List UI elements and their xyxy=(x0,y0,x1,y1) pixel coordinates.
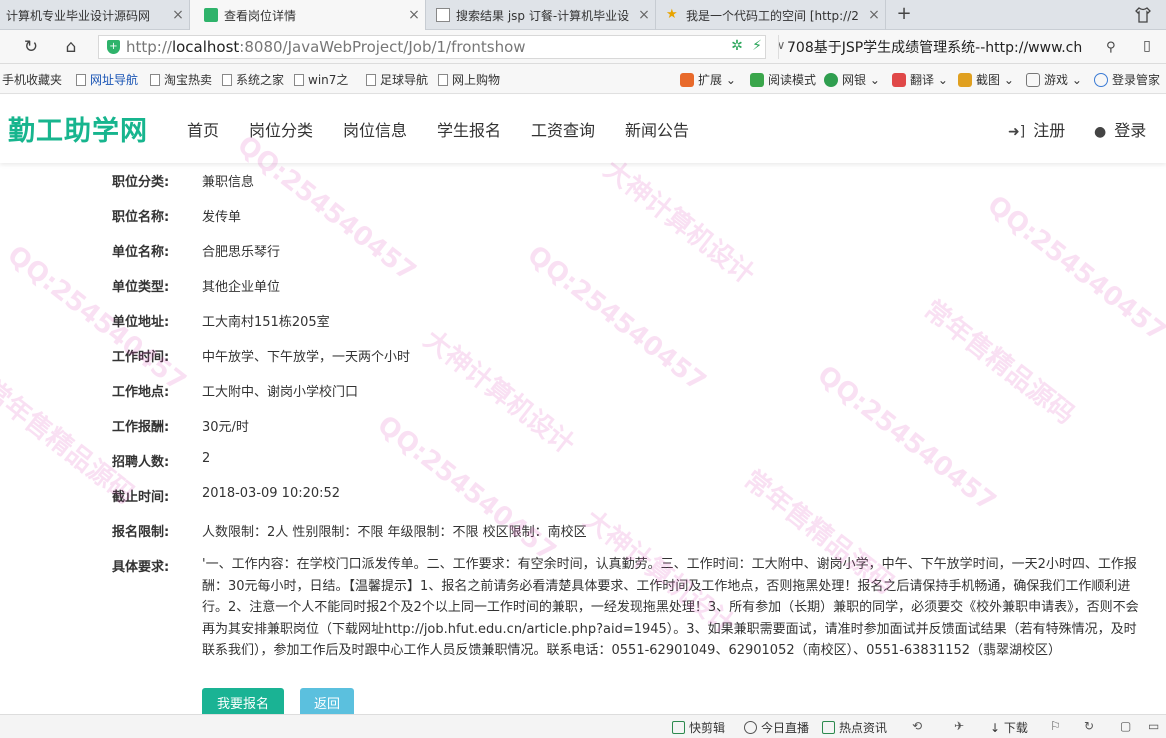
rotate-icon[interactable]: ⟲ xyxy=(912,719,922,733)
news-icon xyxy=(822,721,835,734)
reading-mode-button[interactable]: 阅读模式 xyxy=(750,71,816,88)
nav-salary-query[interactable]: 工资查询 xyxy=(531,117,595,141)
nav-student-apply[interactable]: 学生报名 xyxy=(437,117,501,141)
sign-in-icon: ➜] xyxy=(1008,124,1026,140)
register-link[interactable]: ➜] 注册 xyxy=(1008,117,1065,141)
bookmark-nav[interactable]: 网址导航 xyxy=(76,71,138,88)
tab-title: 查看岗位详情 xyxy=(224,8,297,23)
book-icon xyxy=(750,73,764,87)
user-icon: ● xyxy=(1094,124,1107,140)
login-manager-button[interactable]: 登录管家 xyxy=(1094,71,1160,88)
site-header: 勤工助学网 首页 岗位分类 岗位信息 学生报名 工资查询 新闻公告 ➜] 注册 ●… xyxy=(0,95,1166,163)
tab-title: 我是一个代码工的空间 [http://2 xyxy=(686,8,859,23)
bank-button[interactable]: 网银 ⌄ xyxy=(824,71,880,88)
site-logo[interactable]: 勤工助学网 xyxy=(8,109,148,148)
translate-button[interactable]: 翻译 ⌄ xyxy=(892,71,948,88)
nav-news[interactable]: 新闻公告 xyxy=(625,117,689,141)
tab-code-space[interactable]: ★ 我是一个代码工的空间 [http://2 × xyxy=(656,0,886,30)
tab-title: 计算机专业毕业设计源码网 xyxy=(6,8,151,23)
bookmark-football[interactable]: 足球导航 xyxy=(366,71,428,88)
tab-source-site[interactable]: 计算机专业毕业设计源码网 × xyxy=(0,0,190,30)
bookmark-mobile[interactable]: 手机收藏夹 xyxy=(2,71,62,88)
page-icon xyxy=(150,74,160,86)
page-icon xyxy=(222,74,232,86)
status-bar: 快剪辑 今日直播 热点资讯 ⟲ ✈ ↓ 下载 ⚐ ↻ ▢ ▭ xyxy=(0,714,1166,738)
menu-icon[interactable]: ▭ xyxy=(1148,719,1159,733)
screenshot-button[interactable]: 截图 ⌄ xyxy=(958,71,1014,88)
url-text: http://localhost:8080/JavaWebProject/Job… xyxy=(126,38,526,56)
page-icon xyxy=(204,8,218,22)
home-icon[interactable]: ⌂ xyxy=(60,36,82,58)
shield-icon: + xyxy=(107,40,120,54)
search-field[interactable]: 708基于JSP学生成绩管理系统--http://www.ch ⚲ xyxy=(778,35,1124,59)
phone-icon[interactable]: ▯ xyxy=(1138,38,1156,56)
new-tab-button[interactable]: + xyxy=(892,0,916,30)
page-icon xyxy=(294,74,304,86)
bookmark-win7[interactable]: win7之 xyxy=(294,71,348,88)
scissors-icon xyxy=(958,73,972,87)
lightning-icon[interactable]: ⚡ xyxy=(748,38,766,56)
quick-clip-button[interactable]: 快剪辑 xyxy=(672,719,725,736)
url-field[interactable]: + http://localhost:8080/JavaWebProject/J… xyxy=(98,35,766,59)
play-icon xyxy=(672,721,685,734)
nav-job-info[interactable]: 岗位信息 xyxy=(343,117,407,141)
close-icon[interactable]: × xyxy=(863,7,885,23)
key-icon xyxy=(1094,73,1108,87)
star-icon: ★ xyxy=(666,7,678,22)
bookmark-shopping[interactable]: 网上购物 xyxy=(438,71,500,88)
nav-home[interactable]: 首页 xyxy=(187,117,219,141)
page-icon xyxy=(76,74,86,86)
page-icon xyxy=(366,74,376,86)
bank-icon xyxy=(824,73,838,87)
reload-icon[interactable]: ↻ xyxy=(20,36,42,58)
grid-icon xyxy=(680,73,694,87)
gamepad-icon xyxy=(1026,73,1040,87)
translate-icon xyxy=(892,73,906,87)
window-icon[interactable]: ▢ xyxy=(1120,719,1131,733)
flag-icon[interactable]: ⚐ xyxy=(1050,719,1061,733)
tab-search-results[interactable]: 搜索结果 jsp 订餐-计算机毕业设 × xyxy=(426,0,656,30)
close-icon[interactable]: × xyxy=(167,7,189,23)
download-button[interactable]: ↓ 下载 xyxy=(990,719,1028,736)
close-icon[interactable]: × xyxy=(403,7,425,23)
search-text: 708基于JSP学生成绩管理系统--http://www.ch xyxy=(787,40,1083,56)
refresh-icon[interactable]: ↻ xyxy=(1084,719,1094,733)
login-link[interactable]: ● 登录 xyxy=(1094,117,1146,141)
search-icon[interactable]: ⚲ xyxy=(1106,40,1124,55)
browser-tab-bar: 计算机专业毕业设计源码网 × 查看岗位详情 × 搜索结果 jsp 订餐-计算机毕… xyxy=(0,0,1166,30)
nav-job-category[interactable]: 岗位分类 xyxy=(249,117,313,141)
page-icon xyxy=(436,8,450,22)
bookmark-taobao[interactable]: 淘宝热卖 xyxy=(150,71,212,88)
page-icon xyxy=(438,74,448,86)
live-icon xyxy=(744,721,757,734)
bookmarks-bar: 手机收藏夹 网址导航 淘宝热卖 系统之家 win7之 足球导航 网上购物 扩展 … xyxy=(0,64,1166,94)
pin-icon[interactable]: ✈ xyxy=(954,719,964,733)
live-button[interactable]: 今日直播 xyxy=(744,719,809,736)
speed-icon[interactable]: ✲ xyxy=(728,38,746,56)
games-button[interactable]: 游戏 ⌄ xyxy=(1026,71,1082,88)
shirt-icon[interactable] xyxy=(1134,6,1152,24)
extensions-button[interactable]: 扩展 ⌄ xyxy=(680,71,736,88)
hot-news-button[interactable]: 热点资讯 xyxy=(822,719,887,736)
close-icon[interactable]: × xyxy=(633,7,655,23)
address-bar: ↻ ⌂ + http://localhost:8080/JavaWebProje… xyxy=(0,30,1166,64)
download-icon: ↓ xyxy=(990,721,1004,735)
bookmark-system[interactable]: 系统之家 xyxy=(222,71,284,88)
tab-job-detail[interactable]: 查看岗位详情 × xyxy=(190,0,426,30)
tab-title: 搜索结果 jsp 订餐-计算机毕业设 xyxy=(456,8,630,23)
